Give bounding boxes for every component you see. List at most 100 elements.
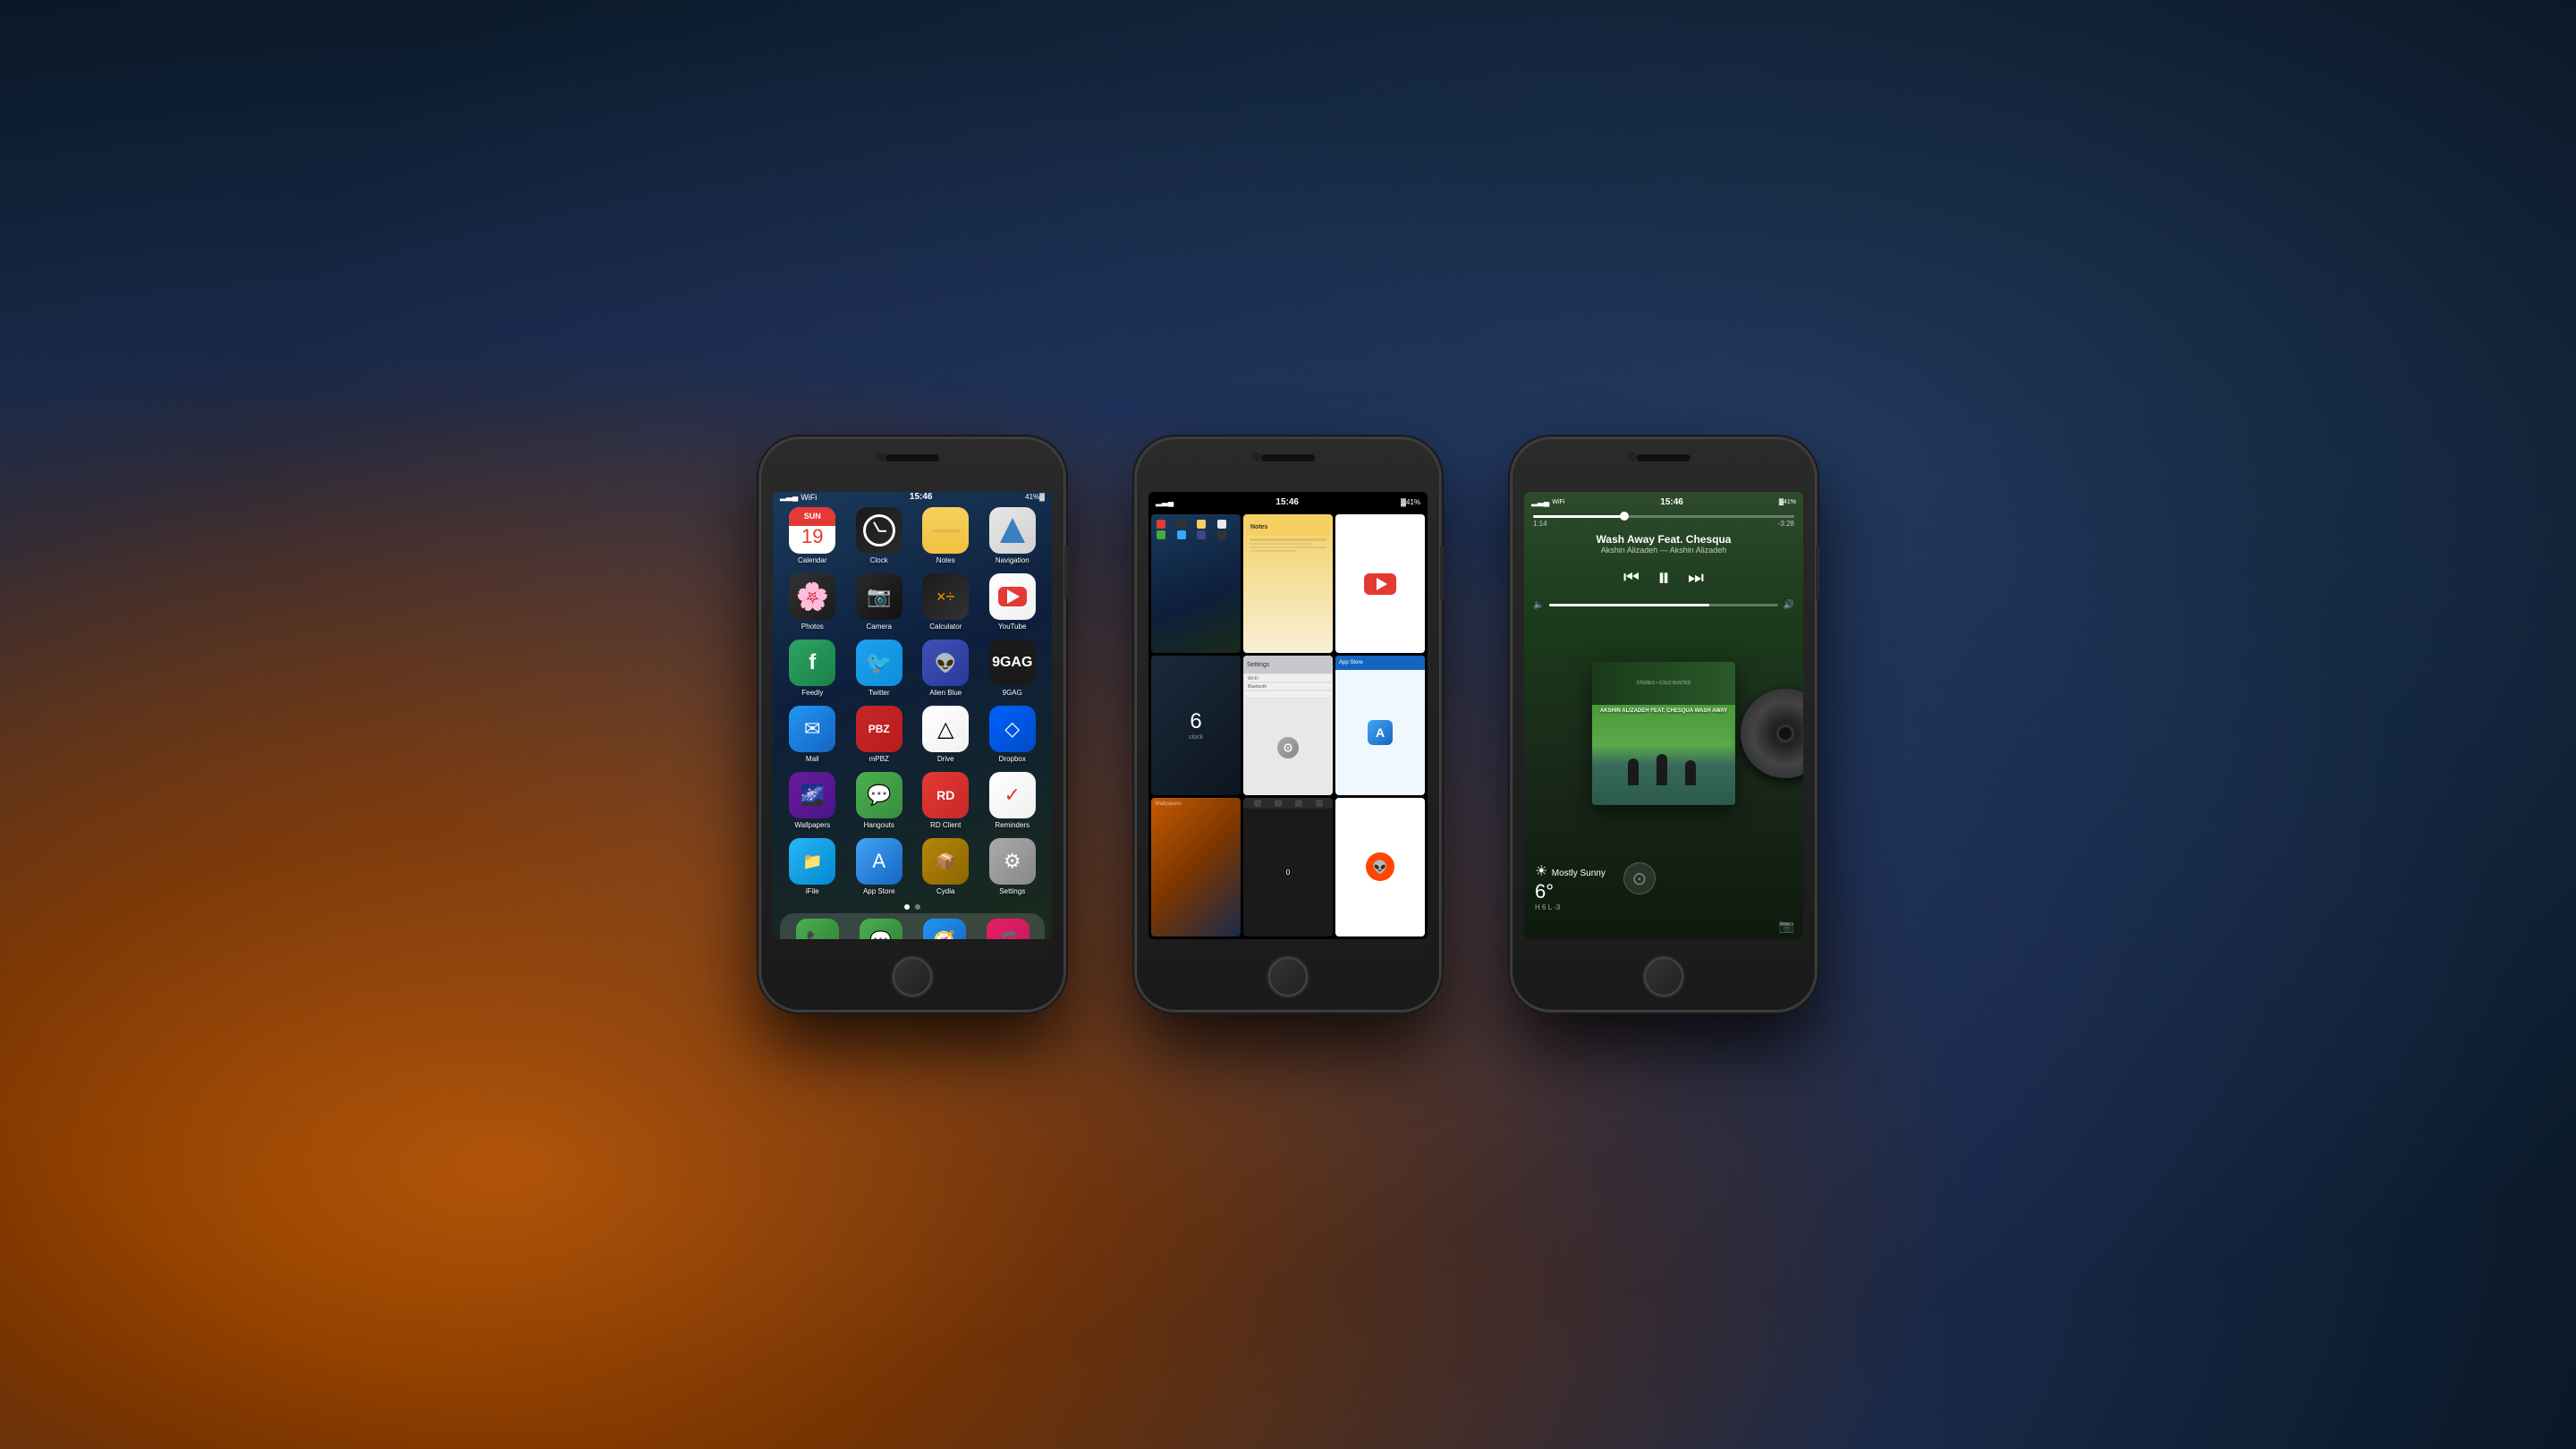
app-icon-clock[interactable]: Clock bbox=[851, 507, 909, 564]
app-icon-alienblue[interactable]: 👽 Alien Blue bbox=[917, 640, 975, 697]
app-label-ifile: iFile bbox=[806, 887, 819, 895]
app-label-twitter: Twitter bbox=[869, 689, 890, 697]
volume-low-icon: 🔈 bbox=[1533, 600, 1544, 610]
app-label-settings: Settings bbox=[999, 887, 1025, 895]
app-icon-calendar[interactable]: SUN 19 Calendar bbox=[784, 507, 842, 564]
app-icon-youtube[interactable]: YouTube bbox=[984, 573, 1042, 631]
weather-description: ☀ Mostly Sunny bbox=[1535, 862, 1606, 880]
app-icon-calculator[interactable]: ×÷ Calculator bbox=[917, 573, 975, 631]
app-icon-settings[interactable]: ⚙ Settings bbox=[984, 838, 1042, 895]
app-icon-photos[interactable]: 🌸 Photos bbox=[784, 573, 842, 631]
app-label-rdclient: RD Client bbox=[930, 821, 961, 829]
dock-icon-messages[interactable]: 💬 Messages bbox=[851, 919, 911, 939]
phone-home-btn-1[interactable] bbox=[893, 957, 932, 996]
app-label-alienblue: Alien Blue bbox=[929, 689, 962, 697]
music-progress-thumb bbox=[1620, 512, 1629, 521]
music-weather: ☀ Mostly Sunny 6° H 6 L -3 ⊙ bbox=[1524, 855, 1803, 919]
music-progress-area[interactable]: 1:14 -3:28 bbox=[1524, 512, 1803, 530]
rewind-button[interactable]: ⏮ bbox=[1623, 568, 1640, 589]
multitask-thumb-notes[interactable]: Notes bbox=[1243, 514, 1333, 653]
app-label-calculator: Calculator bbox=[929, 623, 962, 631]
app-label-calendar: Calendar bbox=[798, 556, 826, 564]
album-disc bbox=[1741, 689, 1803, 778]
status-right-3: ▓41% bbox=[1779, 499, 1796, 505]
multitask-thumb-wallpaper[interactable]: Wallpapers bbox=[1151, 798, 1241, 936]
app-icon-feedly[interactable]: f Feedly bbox=[784, 640, 842, 697]
status-time-1: 15:46 bbox=[910, 492, 933, 502]
app-icon-navigation[interactable]: Navigation bbox=[984, 507, 1042, 564]
touch-id-icon[interactable]: ⊙ bbox=[1623, 862, 1656, 894]
dock: 📞 Phone 💬 Messages 🧭 Saf bbox=[780, 913, 1045, 939]
play-pause-button[interactable]: ⏸ bbox=[1657, 564, 1670, 593]
camera-icon[interactable]: 📷 bbox=[1779, 919, 1794, 934]
weather-extra: H 6 L -3 bbox=[1535, 903, 1606, 911]
multitask-thumb-appstore[interactable]: App Store A bbox=[1335, 656, 1425, 794]
app-icon-appstore[interactable]: A App Store bbox=[851, 838, 909, 895]
phone-3: ▂▃▄ WiFi 15:46 ▓41% 1:14 bbox=[1512, 438, 1816, 1011]
status-left-3: ▂▃▄ WiFi bbox=[1531, 497, 1564, 507]
multitask-thumb-youtube[interactable] bbox=[1335, 514, 1425, 653]
music-title-area: Wash Away Feat. Chesqua Akshin Alizadeh … bbox=[1524, 530, 1803, 558]
music-bottom-bar: 📷 bbox=[1524, 919, 1803, 939]
app-label-reminders: Reminders bbox=[995, 821, 1030, 829]
page-dot-2 bbox=[915, 904, 920, 910]
multitask-thumb-settings[interactable]: Settings Wi-Fi Bluetooth ⚙ bbox=[1243, 656, 1333, 794]
music-volume[interactable]: 🔈 🔊 bbox=[1524, 598, 1803, 612]
app-icon-twitter[interactable]: 🐦 Twitter bbox=[851, 640, 909, 697]
app-label-clock: Clock bbox=[870, 556, 888, 564]
phone-camera-1 bbox=[877, 453, 886, 462]
dock-icon-music[interactable]: 🎵 Music bbox=[978, 919, 1038, 939]
app-icon-mpbz[interactable]: PBZ mPBZ bbox=[851, 706, 909, 763]
battery-icon-2: ▓41% bbox=[1401, 498, 1420, 506]
music-artist: Akshin Alizadeh — Akshin Alizadeh bbox=[1533, 546, 1794, 555]
status-right-1: 41%▓ bbox=[1025, 493, 1045, 501]
music-time-total: -3:28 bbox=[1778, 520, 1794, 528]
phone-home-btn-3[interactable] bbox=[1644, 957, 1683, 996]
page-dot-1 bbox=[904, 904, 910, 910]
phone-2: ▂▃▄ 15:46 ▓41% bbox=[1136, 438, 1440, 1011]
music-track-title: Wash Away Feat. Chesqua bbox=[1533, 533, 1794, 546]
multitask-thumb-clock[interactable]: 6 clock bbox=[1151, 656, 1241, 794]
phone-camera-3 bbox=[1628, 453, 1637, 462]
multitask-thumb-reddit[interactable]: 👽 bbox=[1335, 798, 1425, 936]
status-right-2: ▓41% bbox=[1401, 498, 1420, 506]
music-progress-track[interactable] bbox=[1533, 515, 1794, 518]
app-icon-wallpapers[interactable]: 🌌 Wallpapers bbox=[784, 772, 842, 829]
app-icon-notes[interactable]: Notes bbox=[917, 507, 975, 564]
app-icon-reminders[interactable]: ✓ Reminders bbox=[984, 772, 1042, 829]
status-bar-1: ▂▃▄ WiFi 15:46 41%▓ bbox=[773, 492, 1052, 502]
app-icon-mail[interactable]: ✉ Mail bbox=[784, 706, 842, 763]
app-label-9gag: 9GAG bbox=[1003, 689, 1022, 697]
battery-icon-1: 41%▓ bbox=[1025, 493, 1045, 501]
album-art-main: AKSHIN ALIZADEH FEAT. CHESQUA WASH AWAY bbox=[1592, 705, 1735, 805]
dock-icon-phone[interactable]: 📞 Phone bbox=[787, 919, 847, 939]
dock-icon-safari[interactable]: 🧭 Safari bbox=[914, 919, 974, 939]
app-label-navigation: Navigation bbox=[996, 556, 1030, 564]
music-screen: ▂▃▄ WiFi 15:46 ▓41% 1:14 bbox=[1524, 492, 1803, 939]
app-label-wallpapers: Wallpapers bbox=[794, 821, 830, 829]
app-icon-camera[interactable]: 📷 Camera bbox=[851, 573, 909, 631]
phone-home-btn-2[interactable] bbox=[1268, 957, 1308, 996]
signal-icon: ▂▃▄ bbox=[780, 492, 798, 502]
app-icon-cydia[interactable]: 📦 Cydia bbox=[917, 838, 975, 895]
app-icon-ifile[interactable]: 📁 iFile bbox=[784, 838, 842, 895]
phone-camera-2 bbox=[1252, 453, 1261, 462]
multitask-thumb-homescreen[interactable] bbox=[1151, 514, 1241, 653]
app-icon-dropbox[interactable]: ◇ Dropbox bbox=[984, 706, 1042, 763]
multitask-grid: Notes bbox=[1148, 512, 1428, 939]
app-icon-rdclient[interactable]: RD RD Client bbox=[917, 772, 975, 829]
weather-temperature: 6° bbox=[1535, 880, 1606, 903]
phone-side-btn-1 bbox=[1064, 546, 1068, 599]
fast-forward-button[interactable]: ⏭ bbox=[1688, 568, 1704, 589]
volume-track[interactable] bbox=[1549, 604, 1777, 606]
app-icon-hangouts[interactable]: 💬 Hangouts bbox=[851, 772, 909, 829]
app-icon-9gag[interactable]: 9GAG 9GAG bbox=[984, 640, 1042, 697]
page-dots bbox=[773, 901, 1052, 913]
multitask-thumb-sbsettings[interactable]: 0 bbox=[1243, 798, 1333, 936]
app-label-mail: Mail bbox=[806, 755, 819, 763]
app-icon-drive[interactable]: △ Drive bbox=[917, 706, 975, 763]
app-label-dropbox: Dropbox bbox=[999, 755, 1026, 763]
music-progress-fill bbox=[1533, 515, 1624, 518]
music-time-labels: 1:14 -3:28 bbox=[1533, 518, 1794, 528]
status-bar-2: ▂▃▄ 15:46 ▓41% bbox=[1148, 492, 1428, 512]
